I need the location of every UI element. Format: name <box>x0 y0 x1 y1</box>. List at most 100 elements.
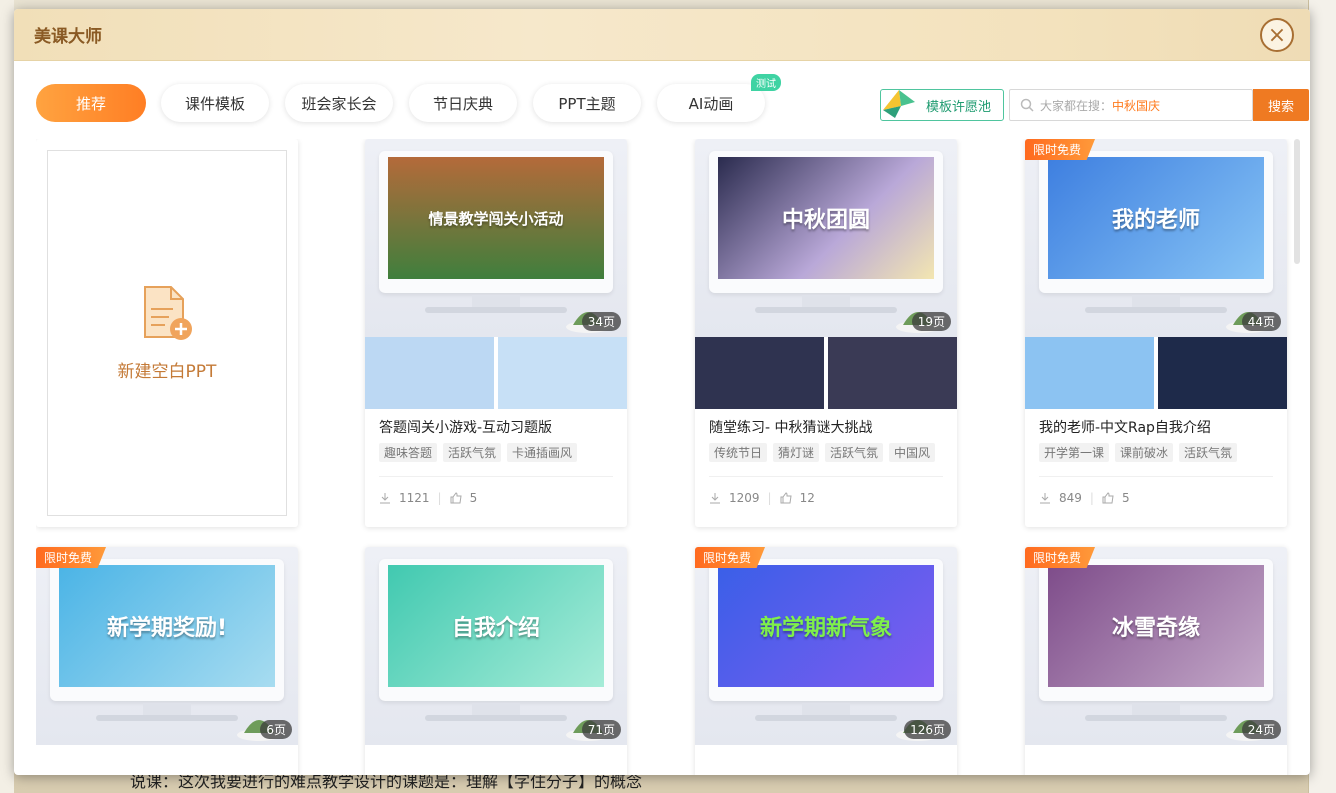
tab-label: 班会家长会 <box>301 94 377 113</box>
download-icon <box>710 493 720 504</box>
template-name: 随堂练习- 中秋猜谜大挑战 <box>709 420 873 436</box>
tab-label: 课件模板 <box>184 94 245 113</box>
template-preview: 情景教学闯关小活动 34页 <box>365 139 627 337</box>
template-preview: 冰雪奇缘 24页 限时免费 <box>1025 547 1287 745</box>
monitor-base <box>1085 715 1227 721</box>
monitor-stand <box>1132 703 1180 715</box>
new-document-icon <box>144 285 192 340</box>
template-stats: 1209 | 12 <box>709 476 943 505</box>
monitor-base <box>1085 307 1227 313</box>
monitor-frame: 我的老师 <box>1039 151 1273 293</box>
tab-festivals[interactable]: 节日庆典 <box>409 84 517 122</box>
stats-separator: | <box>1089 491 1094 505</box>
new-blank-ppt-label: 新建空白PPT <box>117 361 217 382</box>
search-input[interactable]: 大家都在搜： 中秋国庆 <box>1009 89 1253 121</box>
download-count: 1121 <box>399 491 430 505</box>
tag[interactable]: 传统节日 <box>709 443 768 462</box>
search-button[interactable]: 搜索 <box>1253 89 1309 121</box>
template-card[interactable]: 我的老师 44页 限时免费 我的老师-中文Rap自我介绍 开学第一课 课前破冰 … <box>1025 139 1287 527</box>
tag[interactable]: 活跃气氛 <box>825 443 884 462</box>
category-nav: 推荐 课件模板 班会家长会 节日庆典 PPT主题 AI动画 测试 模板许愿池 大… <box>36 74 1309 127</box>
monitor-base <box>425 715 567 721</box>
search-placeholder: 大家都在搜： <box>1040 98 1113 113</box>
template-preview: 我的老师 44页 限时免费 <box>1025 139 1287 337</box>
monitor-stand <box>802 295 850 307</box>
page-count: 24页 <box>1241 720 1281 739</box>
template-card[interactable]: 中秋团圆 19页 随堂练习- 中秋猜谜大挑战 传统节日 猜灯谜 活跃气氛 中国风 <box>695 139 957 527</box>
template-cover: 自我介绍 <box>388 565 604 687</box>
search-icon <box>1020 98 1034 112</box>
template-preview: 新学期奖励! 6页 限时免费 <box>36 547 298 745</box>
tag-list: 趣味答题 活跃气氛 卡通插画风 <box>379 443 613 462</box>
template-name: 我的老师-中文Rap自我介绍 <box>1039 420 1211 436</box>
tag[interactable]: 活跃气氛 <box>443 443 502 462</box>
close-button[interactable]: × <box>1260 18 1294 52</box>
free-badge: 限时免费 <box>1025 139 1096 160</box>
thumbs-up-icon <box>780 492 792 504</box>
tag[interactable]: 活跃气氛 <box>1179 443 1238 462</box>
template-card[interactable]: 冰雪奇缘 24页 限时免费 <box>1025 547 1287 775</box>
template-cover: 情景教学闯关小活动 <box>388 157 604 279</box>
template-thumbnails <box>695 337 957 409</box>
monitor-frame: 情景教学闯关小活动 <box>379 151 613 293</box>
thumbs-up-icon <box>450 492 462 504</box>
tag[interactable]: 趣味答题 <box>379 443 438 462</box>
monitor-frame: 自我介绍 <box>379 559 613 701</box>
thumbnail <box>1025 337 1154 409</box>
template-card[interactable]: 自我介绍 71页 <box>365 547 627 775</box>
background-right-panel <box>1308 0 1336 793</box>
monitor-base <box>755 715 897 721</box>
template-card[interactable]: 情景教学闯关小活动 34页 答题闯关小游戏-互动习题版 趣味答题 活跃气氛 卡通… <box>365 139 627 527</box>
free-badge: 限时免费 <box>695 547 766 568</box>
download-count: 849 <box>1059 491 1082 505</box>
monitor-base <box>755 307 897 313</box>
template-card[interactable]: 新学期新气象 126页 限时免费 <box>695 547 957 775</box>
tag-list: 开学第一课 课前破冰 活跃气氛 <box>1039 443 1273 462</box>
tag[interactable]: 开学第一课 <box>1039 443 1110 462</box>
download-count: 1209 <box>729 491 760 505</box>
tag[interactable]: 卡通插画风 <box>507 443 578 462</box>
template-card[interactable]: 新学期奖励! 6页 限时免费 <box>36 547 298 775</box>
tag[interactable]: 猜灯谜 <box>773 443 820 462</box>
download-icon <box>380 493 390 504</box>
tab-label: 推荐 <box>75 94 106 113</box>
new-blank-ppt-card[interactable]: 新建空白PPT <box>36 139 298 527</box>
tab-class-meeting[interactable]: 班会家长会 <box>285 84 393 122</box>
template-cover: 新学期新气象 <box>718 565 934 687</box>
search-hot-term: 中秋国庆 <box>1112 98 1161 113</box>
free-badge: 限时免费 <box>1025 547 1096 568</box>
template-dialog: 美课大师 × 推荐 课件模板 班会家长会 节日庆典 PPT主题 AI动画 测试 … <box>14 9 1310 775</box>
monitor-stand <box>472 295 520 307</box>
free-badge: 限时免费 <box>36 547 107 568</box>
like-count: 5 <box>1121 491 1130 505</box>
monitor-stand <box>472 703 520 715</box>
tab-courseware-templates[interactable]: 课件模板 <box>161 84 269 122</box>
scrollbar-thumb[interactable] <box>1294 139 1300 264</box>
template-info: 答题闯关小游戏-互动习题版 趣味答题 活跃气氛 卡通插画风 1121 | 5 <box>365 409 627 505</box>
page-count: 126页 <box>904 720 951 739</box>
wish-pool-label: 模板许愿池 <box>925 99 991 115</box>
beta-badge: 测试 <box>751 74 781 91</box>
monitor-frame: 新学期新气象 <box>709 559 943 701</box>
thumbnail <box>498 337 627 409</box>
page-count: 6页 <box>260 720 292 739</box>
template-info: 随堂练习- 中秋猜谜大挑战 传统节日 猜灯谜 活跃气氛 中国风 1209 | 1… <box>695 409 957 505</box>
tab-recommended[interactable]: 推荐 <box>36 84 146 122</box>
tab-label: 节日庆典 <box>432 94 493 113</box>
template-preview: 自我介绍 71页 <box>365 547 627 745</box>
tag[interactable]: 中国风 <box>889 443 936 462</box>
stats-separator: | <box>437 491 442 505</box>
tab-ppt-themes[interactable]: PPT主题 <box>533 84 641 122</box>
close-icon: × <box>1267 22 1287 48</box>
thumbnail <box>695 337 824 409</box>
stats-separator: | <box>767 491 772 505</box>
page-count: 44页 <box>1241 312 1281 331</box>
wish-pool-button[interactable]: 模板许愿池 <box>880 89 1004 121</box>
download-icon <box>1040 493 1050 504</box>
template-preview: 新学期新气象 126页 限时免费 <box>695 547 957 745</box>
tab-ai-animation[interactable]: AI动画 测试 <box>657 74 781 122</box>
thumbnail <box>828 337 957 409</box>
tag[interactable]: 课前破冰 <box>1115 443 1174 462</box>
template-cover: 我的老师 <box>1048 157 1264 279</box>
template-cover: 中秋团圆 <box>718 157 934 279</box>
